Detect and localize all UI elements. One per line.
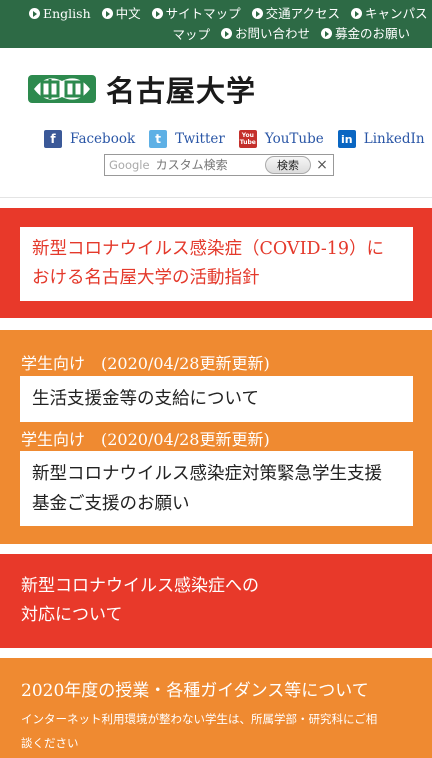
- covid-guideline-line-2: おける名古屋大学の活動指針: [32, 268, 260, 288]
- student-notice-label: 学生向け (2020/04/28更新更新): [21, 354, 270, 373]
- twitter-icon: t: [149, 130, 168, 148]
- arrow-icon: [29, 8, 40, 19]
- covid-guideline-line-1: 新型コロナウイルス感染症（COVID-19）に: [32, 239, 385, 259]
- arrow-icon: [320, 28, 332, 39]
- university-logo[interactable]: 名古屋大学: [26, 68, 256, 110]
- nav-access-link[interactable]: 交通アクセス: [251, 4, 340, 23]
- top-navigation: English 中文 サイトマップ 交通アクセス キャンパス マップ お問い合わ…: [0, 0, 432, 48]
- arrow-icon: [251, 8, 263, 19]
- site-search: Google 検索 ×: [104, 154, 334, 176]
- covid-response-line-2: 対応について: [21, 605, 123, 625]
- site-header: 名古屋大学 f Facebook t Twitter You Tube YouT…: [0, 48, 432, 198]
- covid-guideline-card[interactable]: 新型コロナウイルス感染症（COVID-19）に おける名古屋大学の活動指針: [20, 227, 413, 301]
- linkedin-icon: in: [337, 130, 356, 148]
- clear-icon[interactable]: ×: [311, 157, 333, 173]
- topnav-row-2: マップ お問い合わせ 募金のお願い: [22, 24, 410, 44]
- search-input[interactable]: [149, 158, 250, 172]
- student-notice-card[interactable]: 生活支援金等の支給について: [20, 376, 413, 422]
- nav-sitemap-link[interactable]: サイトマップ: [151, 4, 241, 23]
- university-name: 名古屋大学: [106, 74, 257, 108]
- arrow-icon: [220, 28, 232, 39]
- classes-guidance-note-2: 談ください: [21, 736, 79, 750]
- classes-guidance-note-1: インターネット利用環境が整わない学生は、所属学部・研究科にご相: [21, 712, 378, 726]
- nav-contact-link[interactable]: お問い合わせ: [220, 24, 310, 43]
- nav-chinese-link[interactable]: 中文: [101, 4, 141, 23]
- facebook-icon: f: [44, 130, 62, 148]
- arrow-icon: [151, 8, 163, 19]
- covid-alert-section: 新型コロナウイルス感染症（COVID-19）に おける名古屋大学の活動指針: [0, 208, 432, 318]
- linkedin-link[interactable]: in LinkedIn: [337, 130, 425, 148]
- nav-campus-map-link-continued[interactable]: マップ: [172, 25, 210, 44]
- arrow-icon: [101, 8, 113, 19]
- nav-campus-map-link[interactable]: キャンパス: [351, 4, 428, 23]
- twitter-link[interactable]: t Twitter: [149, 130, 225, 148]
- classes-guidance-section[interactable]: 2020年度の授業・各種ガイダンス等について インターネット利用環境が整わない学…: [0, 658, 432, 758]
- student-notices-section: 学生向け (2020/04/28更新更新) 生活支援金等の支給について 学生向け…: [0, 330, 432, 544]
- university-emblem-icon: [28, 75, 96, 103]
- student-notice-card[interactable]: 新型コロナウイルス感染症対策緊急学生支援 基金ご支援のお願い: [20, 451, 413, 526]
- search-button[interactable]: 検索: [265, 156, 311, 174]
- covid-response-line-1: 新型コロナウイルス感染症への: [21, 576, 259, 596]
- nav-donation-link[interactable]: 募金のお願い: [320, 24, 410, 43]
- nav-english-link[interactable]: English: [29, 4, 91, 23]
- youtube-icon: You Tube: [238, 130, 257, 148]
- classes-guidance-title: 2020年度の授業・各種ガイダンス等について: [21, 681, 369, 701]
- google-brand: Google: [109, 158, 150, 172]
- topnav-row-1: English 中文 サイトマップ 交通アクセス キャンパス: [22, 4, 428, 24]
- covid-response-section[interactable]: 新型コロナウイルス感染症への 対応について: [0, 554, 432, 648]
- arrow-icon: [351, 8, 362, 19]
- facebook-link[interactable]: f Facebook: [44, 130, 135, 148]
- youtube-link[interactable]: You Tube YouTube: [238, 130, 324, 148]
- social-links: f Facebook t Twitter You Tube YouTube in…: [44, 130, 432, 148]
- student-notice-label: 学生向け (2020/04/28更新更新): [21, 430, 270, 449]
